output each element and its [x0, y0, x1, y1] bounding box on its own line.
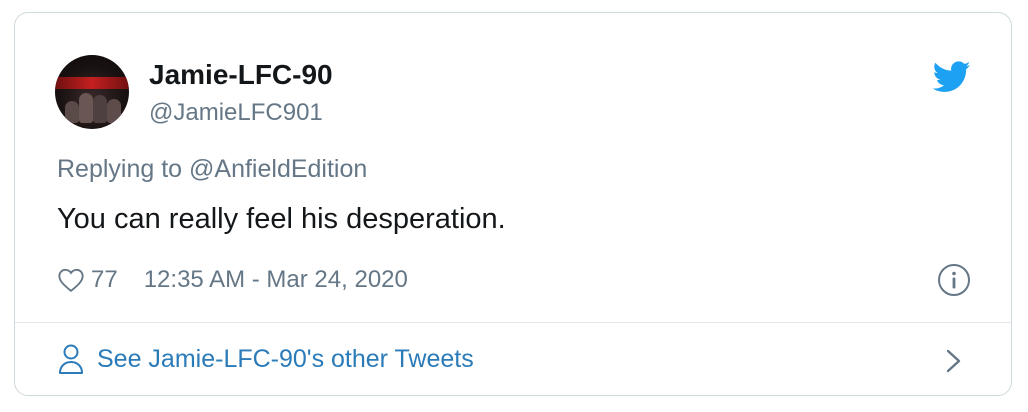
see-other-tweets-label[interactable]: See Jamie-LFC-90's other Tweets: [97, 345, 474, 374]
see-other-tweets-link[interactable]: See Jamie-LFC-90's other Tweets: [57, 343, 474, 375]
info-icon[interactable]: [937, 263, 971, 297]
like-count[interactable]: 77: [91, 266, 118, 294]
avatar-figure: [107, 99, 121, 123]
avatar-banner: [55, 77, 129, 89]
replying-to: Replying to @AnfieldEdition: [57, 155, 367, 184]
reply-mention-link[interactable]: @AnfieldEdition: [189, 155, 367, 183]
tweet-card: Jamie-LFC-90 @JamieLFC901 Replying to @A…: [14, 12, 1012, 396]
tweet-meta: 77 12:35 AM - Mar 24, 2020: [57, 263, 408, 297]
person-icon: [59, 344, 83, 374]
display-name[interactable]: Jamie-LFC-90: [149, 59, 333, 91]
twitter-bird-icon[interactable]: [933, 61, 971, 93]
divider: [15, 322, 1011, 323]
timestamp[interactable]: 12:35 AM - Mar 24, 2020: [144, 266, 408, 294]
avatar-figure: [93, 95, 107, 123]
avatar-figure: [65, 101, 79, 123]
chevron-right-icon[interactable]: [943, 347, 965, 375]
reply-prefix: Replying to: [57, 155, 190, 183]
avatar-figure: [79, 93, 93, 123]
avatar[interactable]: [55, 55, 129, 129]
user-handle[interactable]: @JamieLFC901: [149, 99, 323, 127]
heart-icon[interactable]: [57, 267, 85, 293]
tweet-text: You can really feel his desperation.: [57, 203, 506, 235]
